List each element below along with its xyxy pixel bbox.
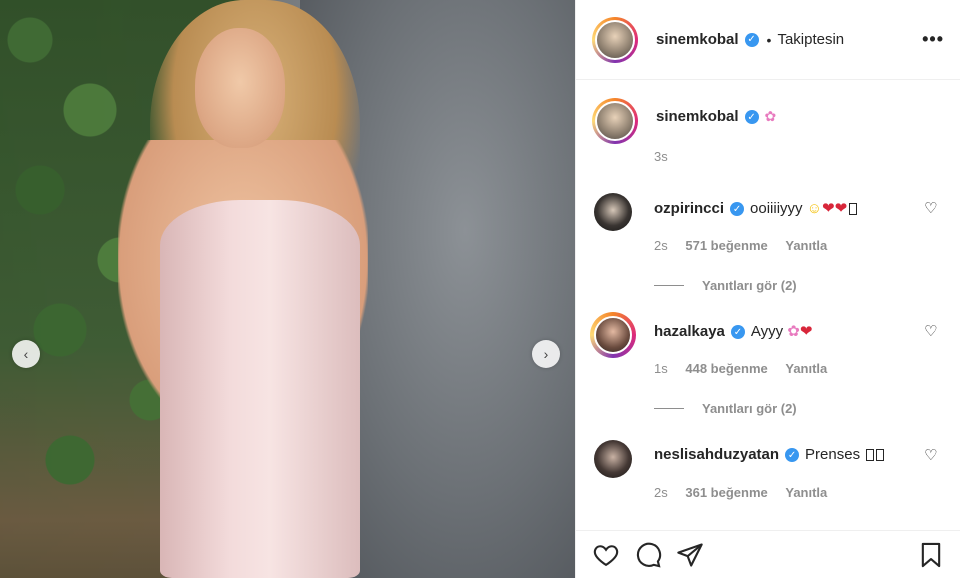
post-actions-bar (576, 530, 960, 578)
heart-outline-icon[interactable] (592, 541, 620, 569)
verified-badge-icon: ✓ (730, 325, 745, 340)
comment-line: hazalkaya ✓ Ayyy ✿❤ (654, 322, 812, 340)
scroll-fade (576, 515, 960, 529)
next-photo-button[interactable]: › (532, 340, 560, 368)
comment-time: 1s (654, 361, 668, 376)
heart-emoji: ❤ (834, 200, 848, 217)
follow-status[interactable]: Takiptesin (777, 31, 844, 48)
chevron-left-icon: ‹ (23, 346, 29, 362)
comment-time: 2s (654, 485, 668, 500)
missing-glyph-icon (876, 449, 885, 462)
like-comment-icon[interactable]: ♡ (924, 199, 937, 217)
more-options-icon[interactable]: ••• (922, 29, 944, 50)
comment-line: neslisahduzyatan ✓ Prenses (654, 446, 885, 463)
author-avatar[interactable] (592, 16, 638, 63)
verified-badge-icon: ✓ (744, 110, 759, 124)
chevron-right-icon: › (543, 346, 549, 362)
comment-meta: 2s 361 beğenme Yanıtla (654, 485, 841, 500)
bookmark-icon[interactable] (917, 541, 945, 569)
commenter-username[interactable]: ozpirincci (654, 200, 724, 217)
view-replies-button[interactable]: Yanıtları gör (2) (654, 278, 797, 293)
previous-photo-button[interactable]: ‹ (12, 340, 40, 368)
author-username[interactable]: sinemkobal (656, 31, 739, 48)
verified-badge-icon: ✓ (785, 448, 800, 463)
commenter-username[interactable]: neslisahduzyatan (654, 446, 779, 463)
reply-button[interactable]: Yanıtla (785, 485, 827, 500)
comment-meta: 2s 571 beğenme Yanıtla (654, 238, 841, 253)
commenter-username[interactable]: hazalkaya (654, 323, 725, 340)
view-replies-label: Yanıtları gör (2) (702, 401, 797, 416)
comment-line: ozpirincci ✓ ooiiiiyyy ☺❤❤ (654, 199, 858, 217)
comment-likes[interactable]: 361 beğenme (685, 485, 767, 500)
heart-emoji: ❤ (799, 323, 813, 340)
comment-text: Ayyy (750, 323, 784, 340)
post-side-panel: sinemkobal ✓ • Takiptesin ••• sinemkobal… (575, 0, 960, 578)
caption-username[interactable]: sinemkobal (656, 108, 739, 144)
commenter-avatar[interactable] (594, 440, 632, 478)
verified-badge-icon: ✓ (744, 32, 759, 47)
commenter-avatar[interactable] (594, 316, 632, 354)
caption-timestamp: 3s (654, 149, 668, 164)
missing-glyph-icon (849, 203, 858, 216)
reply-button[interactable]: Yanıtla (785, 361, 827, 376)
post-photo[interactable]: ‹ › (0, 0, 575, 578)
comment-likes[interactable]: 448 beğenme (685, 361, 767, 376)
comment-text: ooiiiiyyy (750, 200, 803, 217)
commenter-avatar[interactable] (594, 193, 632, 231)
comment-likes[interactable]: 571 beğenme (685, 238, 767, 253)
heart-emoji: ❤ (822, 200, 835, 217)
speech-bubble-icon[interactable] (634, 541, 662, 569)
view-replies-label: Yanıtları gör (2) (702, 278, 797, 293)
separator-dot: • (766, 31, 772, 48)
paper-plane-icon[interactable] (676, 541, 704, 569)
view-replies-button[interactable]: Yanıtları gör (2) (654, 401, 797, 416)
comment-time: 2s (654, 238, 668, 253)
smile-emoji: ☺ (806, 200, 823, 217)
reply-button[interactable]: Yanıtla (785, 238, 827, 253)
caption-avatar[interactable] (592, 98, 638, 144)
caption: sinemkobal ✓ ✿ (592, 98, 776, 144)
flower-emoji: ✿ (787, 323, 800, 340)
like-comment-icon[interactable]: ♡ (924, 322, 937, 340)
flower-emoji: ✿ (764, 108, 777, 124)
pink-dress (160, 200, 360, 578)
face (195, 28, 285, 148)
comment-meta: 1s 448 beğenme Yanıtla (654, 361, 841, 376)
post-header: sinemkobal ✓ • Takiptesin ••• (576, 0, 960, 80)
verified-badge-icon: ✓ (730, 202, 745, 217)
missing-glyph-icon (866, 449, 875, 462)
comment-text: Prenses (805, 446, 861, 463)
like-comment-icon[interactable]: ♡ (924, 446, 937, 464)
